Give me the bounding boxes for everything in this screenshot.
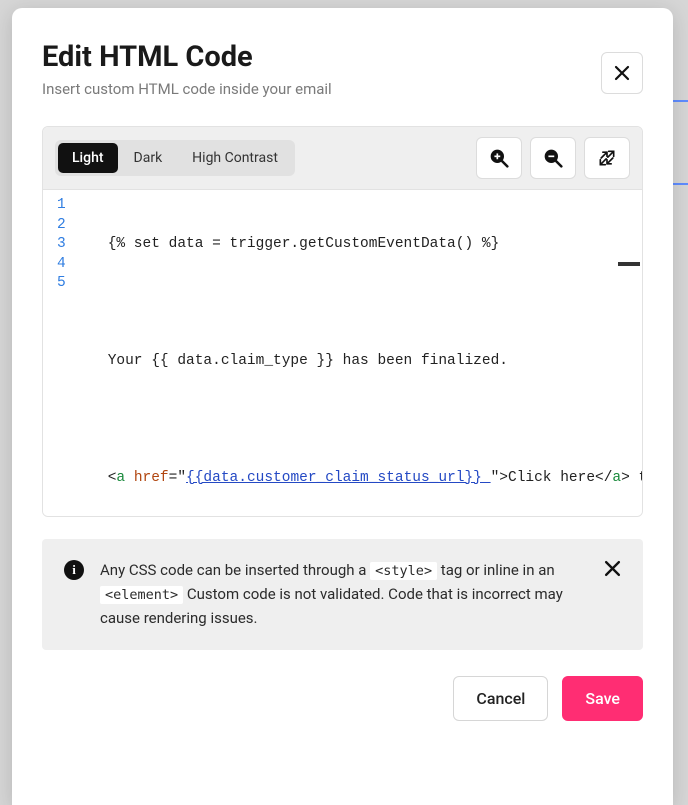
info-text: Any CSS code can be inserted through a <… [100,559,588,630]
editor-toolbar: Light Dark High Contrast [43,127,642,190]
code-content: {% set data = trigger.getCustomEventData… [84,190,642,516]
edit-html-modal: Edit HTML Code Insert custom HTML code i… [12,8,673,805]
line-number: 1 [49,196,74,216]
expand-icon [597,148,617,168]
theme-switcher: Light Dark High Contrast [55,140,295,176]
background-accent [673,100,688,185]
dismiss-info-button[interactable] [604,560,621,581]
line-number: 2 [49,216,74,236]
line-number: 3 [49,235,74,255]
theme-tab-light[interactable]: Light [58,143,118,173]
code-snippet: <element> [100,586,183,604]
info-icon: i [64,560,84,580]
zoom-in-icon [489,148,509,168]
zoom-out-icon [543,148,563,168]
code-textarea[interactable]: 1 2 3 4 5 {% set data = trigger.getCusto… [43,190,642,516]
code-editor: Light Dark High Contrast 1 2 3 4 5 [42,126,643,517]
code-line: {% set data = trigger.getCustomEventData… [84,235,642,255]
modal-header: Edit HTML Code Insert custom HTML code i… [42,40,643,98]
modal-title: Edit HTML Code [42,40,643,74]
line-number: 5 [49,274,74,294]
modal-footer: Cancel Save [42,676,643,721]
code-snippet: <style> [370,562,437,580]
close-icon [604,560,621,577]
code-line [84,294,642,314]
code-line [84,411,642,431]
zoom-in-button[interactable] [476,137,522,179]
line-gutter: 1 2 3 4 5 [43,190,84,516]
cancel-button[interactable]: Cancel [453,676,548,721]
expand-button[interactable] [584,137,630,179]
theme-tab-dark[interactable]: Dark [120,143,177,173]
line-number: 4 [49,255,74,275]
close-icon [614,65,630,81]
code-line: Your {{ data.claim_type }} has been fina… [84,352,642,372]
code-line: <a href="{{data.customer_claim_status_ur… [84,469,642,489]
modal-subtitle: Insert custom HTML code inside your emai… [42,80,643,98]
minimap-indicator [618,262,640,266]
save-button[interactable]: Save [562,676,643,721]
theme-tab-high-contrast[interactable]: High Contrast [178,143,292,173]
info-banner: i Any CSS code can be inserted through a… [42,539,643,650]
zoom-out-button[interactable] [530,137,576,179]
close-button[interactable] [601,52,643,94]
